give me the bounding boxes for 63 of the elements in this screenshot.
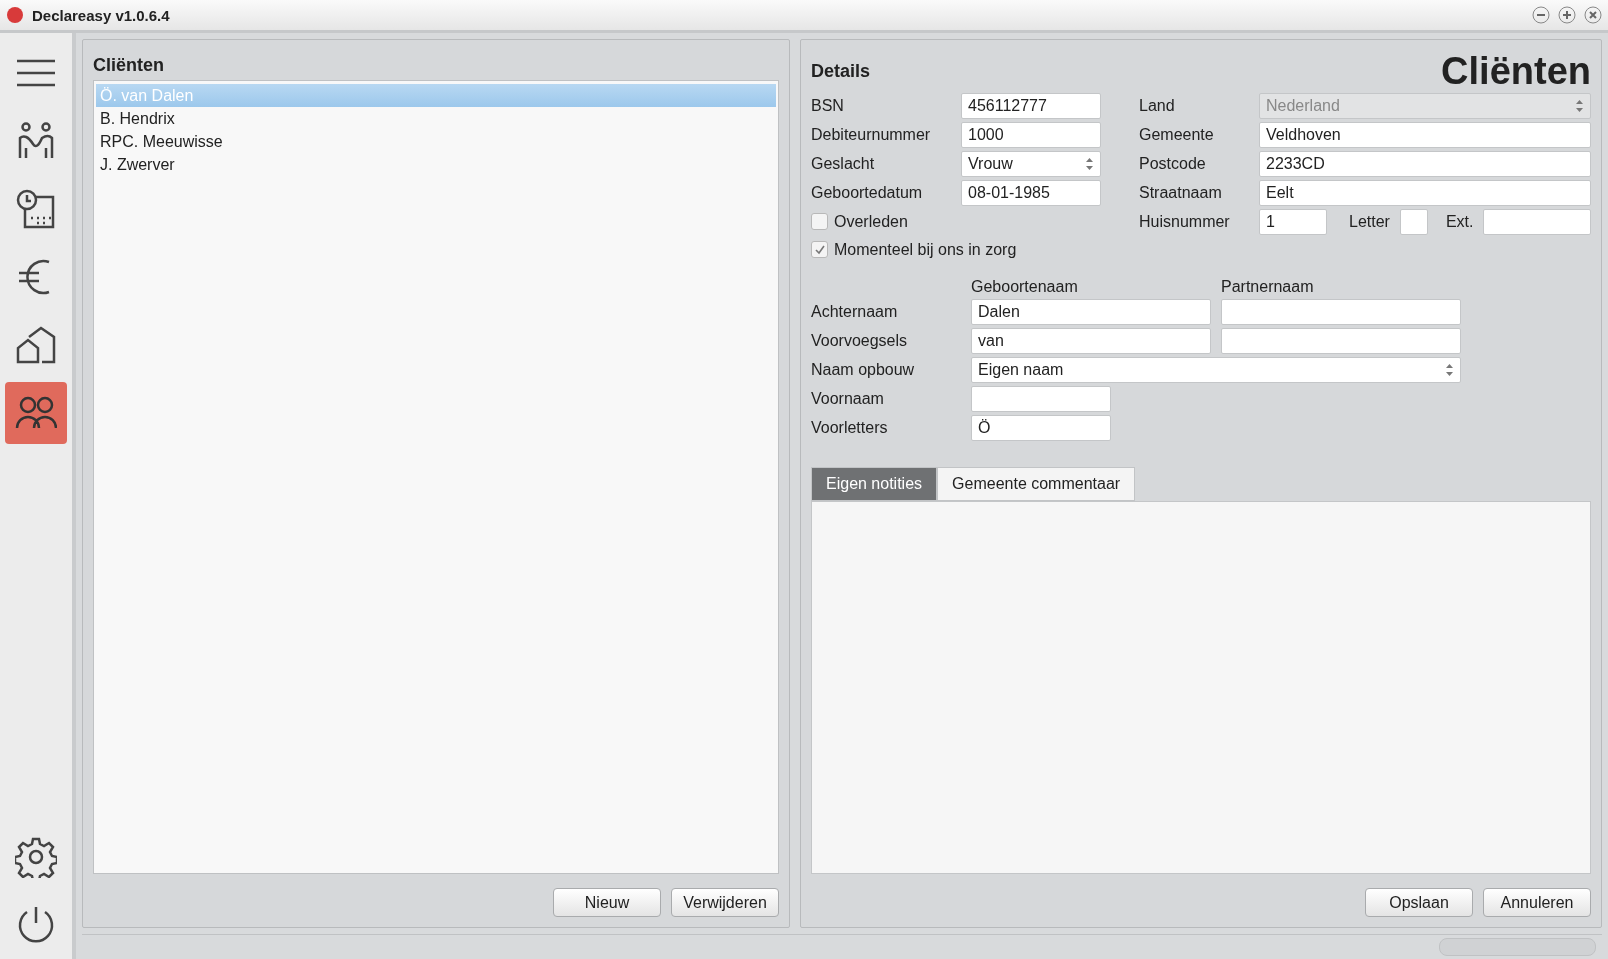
field-label: Gemeente: [1139, 126, 1215, 144]
spinner-arrows-icon: [1445, 363, 1454, 377]
panel-button[interactable]: Annuleren: [1483, 888, 1591, 917]
input-field[interactable]: Dalen: [971, 299, 1211, 325]
settings-icon: [15, 836, 57, 878]
field-label: Voorvoegsels: [811, 332, 909, 350]
column-header: Geboortenaam: [971, 278, 1079, 296]
input-field[interactable]: Ö: [971, 415, 1111, 441]
field-label: Achternaam: [811, 303, 899, 321]
tab[interactable]: Eigen notities: [811, 467, 938, 501]
page-heading: Cliënten: [1441, 50, 1591, 93]
maximize-icon[interactable]: [1558, 6, 1576, 24]
input-field[interactable]: [1221, 328, 1461, 354]
field-label: Naam opbouw: [811, 361, 916, 379]
field-label: Letter: [1349, 213, 1390, 231]
field-label: Land: [1139, 97, 1176, 115]
panel-title: Cliënten: [93, 53, 165, 77]
field-label: Voorletters: [811, 419, 889, 437]
field-label: Straatnaam: [1139, 184, 1223, 202]
tab[interactable]: Gemeente commentaar: [937, 467, 1136, 501]
input-field[interactable]: van: [971, 328, 1211, 354]
spinner-arrows-icon: [1575, 99, 1584, 113]
field-label: Ext.: [1445, 213, 1474, 231]
minimize-icon[interactable]: [1532, 6, 1550, 24]
input-field[interactable]: [971, 386, 1111, 412]
dropdown-field[interactable]: Vrouw: [961, 151, 1101, 177]
input-field[interactable]: [1483, 209, 1591, 235]
checkbox[interactable]: [811, 241, 828, 258]
input-field[interactable]: Veldhoven: [1259, 122, 1591, 148]
spinner-arrows-icon: [1085, 157, 1094, 171]
input-field[interactable]: 1000: [961, 122, 1101, 148]
resize-grip[interactable]: [1439, 938, 1596, 956]
field-label: Huisnummer: [1139, 213, 1231, 231]
client-list-item[interactable]: J. Zwerver: [96, 153, 776, 176]
input-field[interactable]: 456112777: [961, 93, 1101, 119]
checkbox-label: Overleden: [834, 212, 908, 231]
input-field[interactable]: 1: [1259, 209, 1327, 235]
panel-title: Details: [811, 60, 871, 83]
input-field[interactable]: [1221, 299, 1461, 325]
field-label: Voornaam: [811, 390, 885, 408]
panel-button[interactable]: Verwijderen: [671, 888, 779, 917]
houses-icon: [15, 324, 57, 366]
input-field[interactable]: Eelt: [1259, 180, 1591, 206]
field-label: Geslacht: [811, 155, 876, 173]
input-field[interactable]: 2233CD: [1259, 151, 1591, 177]
field-label: BSN: [811, 97, 845, 115]
checkbox-label: Momenteel bij ons in zorg: [834, 240, 1017, 259]
sidebar-item[interactable]: [5, 382, 67, 444]
checkbox[interactable]: [811, 213, 828, 230]
field-label: Geboortedatum: [811, 184, 924, 202]
panel-button[interactable]: Opslaan: [1365, 888, 1473, 917]
column-header: Partnernaam: [1221, 278, 1315, 296]
clock-calendar-icon: [15, 188, 57, 230]
client-list-item[interactable]: RPC. Meeuwisse: [96, 130, 776, 153]
input-field[interactable]: 08-01-1985: [961, 180, 1101, 206]
dropdown-field[interactable]: Eigen naam: [971, 357, 1461, 383]
client-list-item[interactable]: B. Hendrix: [96, 107, 776, 130]
close-icon[interactable]: [1584, 6, 1602, 24]
field-label: Debiteurnummer: [811, 126, 932, 144]
field-label: Postcode: [1139, 155, 1207, 173]
panel-button[interactable]: Nieuw: [553, 888, 661, 917]
window-title: Declareasy v1.0.6.4: [32, 6, 171, 24]
input-field[interactable]: [1399, 209, 1428, 235]
